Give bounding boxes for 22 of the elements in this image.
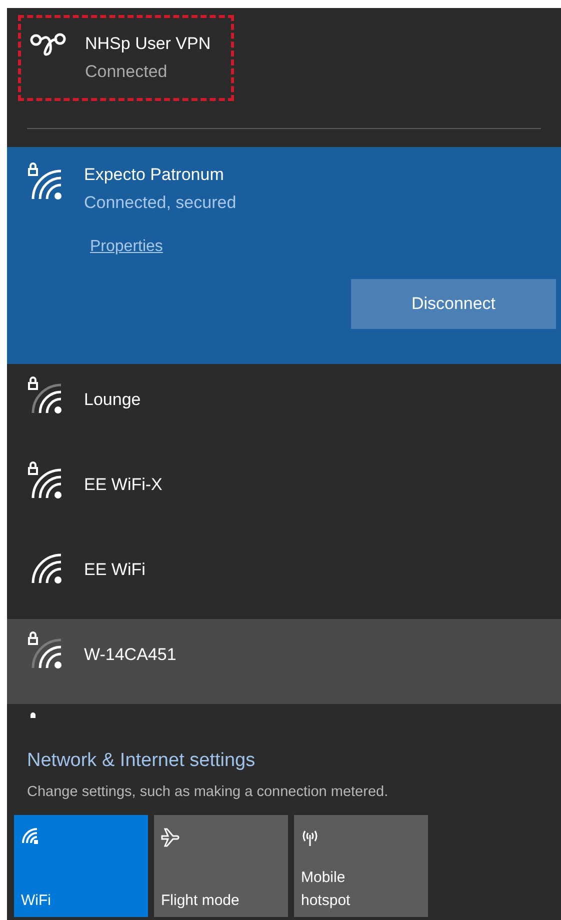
quick-action-tile[interactable]: Mobile hotspot xyxy=(294,815,428,918)
vpn-status: Connected xyxy=(85,61,168,83)
network-item[interactable]: EE WiFi-X xyxy=(7,449,561,534)
network-name: Expecto Patronum xyxy=(84,164,225,186)
network-name: EE WiFi-X xyxy=(84,474,162,496)
network-settings-link[interactable]: Network & Internet settings xyxy=(27,747,256,776)
settings-description: Change settings, such as making a connection metered. xyxy=(27,782,390,802)
vpn-name: NHSp User VPN xyxy=(85,33,211,55)
network-status: Connected, secured xyxy=(84,192,236,214)
connected-network-panel[interactable]: Expecto Patronum Connected, secured Properties Disconnect xyxy=(7,147,561,364)
disconnect-button[interactable]: Disconnect xyxy=(351,279,556,329)
network-name: Lounge xyxy=(84,389,141,411)
network-item[interactable]: Lounge xyxy=(7,364,561,449)
network-name: EE WiFi xyxy=(84,559,146,581)
network-name: W-14CA451 xyxy=(84,644,176,666)
properties-link[interactable]: Properties xyxy=(90,235,163,259)
quick-action-tile[interactable]: WiFi xyxy=(14,815,148,918)
network-item[interactable]: EE WiFi xyxy=(7,534,561,619)
vpn-connection[interactable]: NHSp User VPN Connected xyxy=(21,18,231,98)
airplane-icon xyxy=(161,827,181,848)
network-item[interactable]: W-14CA451 xyxy=(7,619,561,704)
quick-action-tile[interactable]: Flight mode xyxy=(154,815,288,918)
